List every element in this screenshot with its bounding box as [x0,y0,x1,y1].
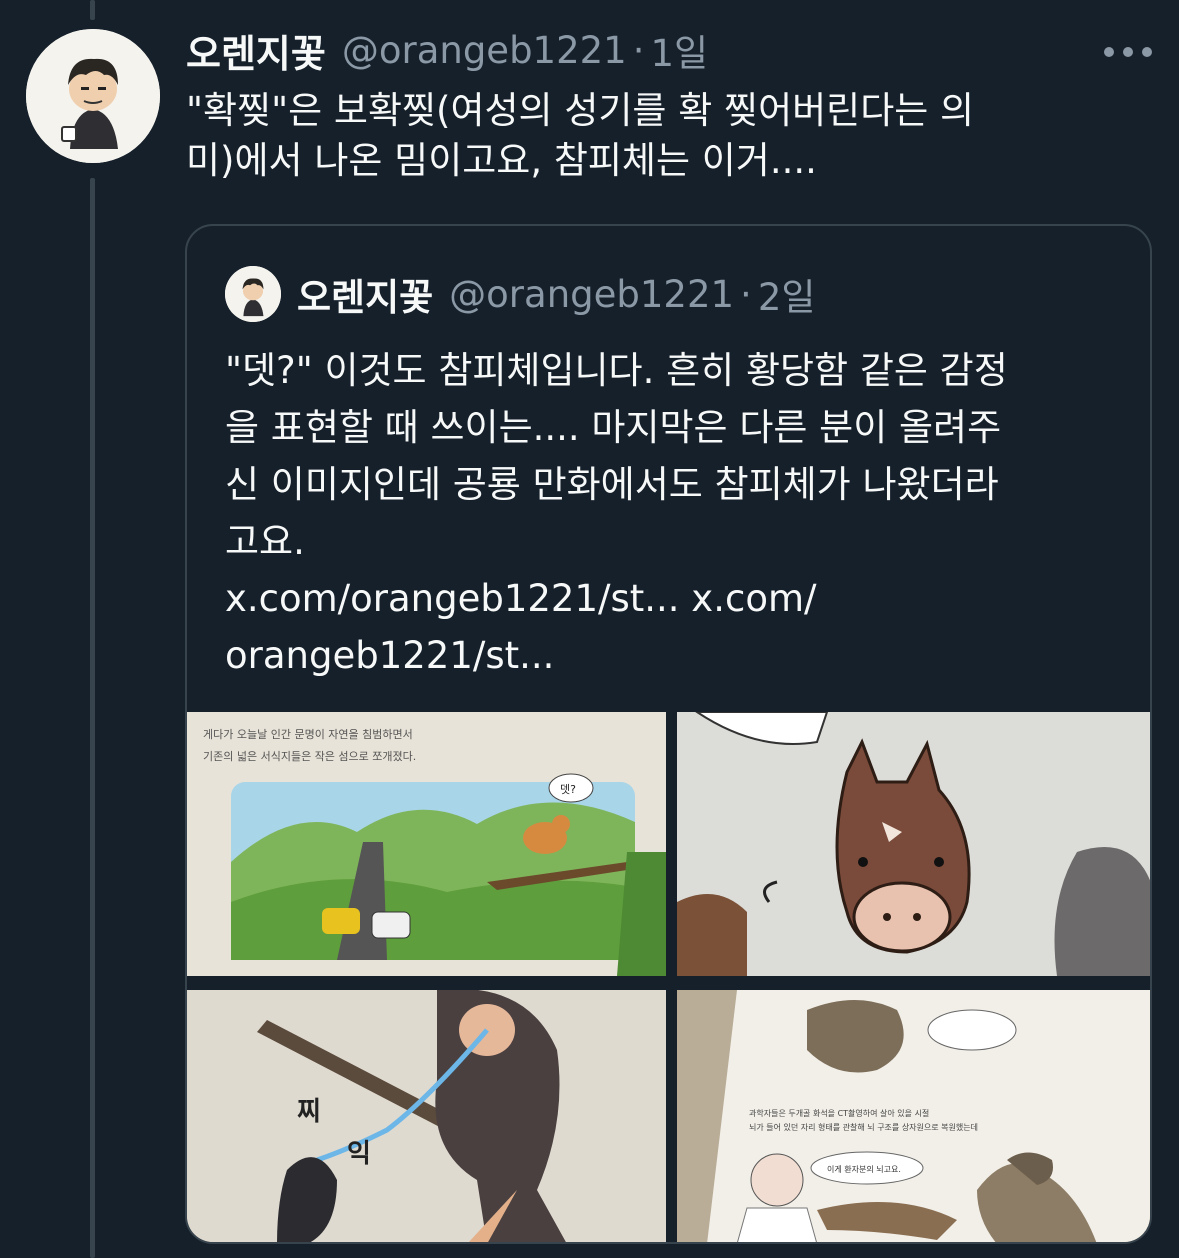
author-name[interactable]: 오렌지꽃 [186,23,326,78]
quoted-text-line: 신 이미지인데 공룡 만화에서도 참피체가 나왔더라 [225,463,999,506]
thread-line-top [90,0,95,20]
horse-illustration [677,712,1150,976]
avatar[interactable] [26,29,160,163]
quoted-link-line[interactable]: orangeb1221/st... [225,627,1125,684]
monkey-illustration: 찌 익 [187,990,666,1242]
media-image-4[interactable]: 과학자들은 두개골 화석을 CT촬영하여 살아 있을 시절 뇌가 들어 있던 자… [677,990,1150,1242]
tweet-timestamp[interactable]: 1일 [650,23,708,77]
quoted-text-line: 을 표현할 때 쓰이는.... 마지막은 다른 분이 올려주 [225,406,1002,449]
quoted-author-handle: @orangeb1221 [449,272,735,316]
quoted-text-line: 고요. [225,520,305,563]
quoted-tweet-header: 오렌지꽃 @orangeb1221 · 2일 [225,266,815,322]
image1-text-line2: 기존의 넓은 서식지들은 작은 섬으로 쪼개졌다. [203,750,416,763]
quoted-tweet-card[interactable]: 오렌지꽃 @orangeb1221 · 2일 "뎃?" 이것도 참피체입니다. … [185,224,1152,1244]
image4-bubble-text: 이게 환자분의 뇌고요. [827,1164,901,1174]
quoted-text-line: "뎃?" 이것도 참피체입니다. 흔히 황당함 같은 감정 [225,349,1008,392]
quoted-separator-dot: · [740,272,752,316]
avatar-illustration [26,29,160,163]
image1-bubble-text: 뎃? [560,783,576,796]
quoted-tweet-text: "뎃?" 이것도 참피체입니다. 흔히 황당함 같은 감정 을 표현할 때 쓰이… [225,342,1125,684]
tweet-header: 오렌지꽃 @orangeb1221 · 1일 [186,22,708,78]
image4-caption-line1: 과학자들은 두개골 화석을 CT촬영하여 살아 있을 시절 [749,1108,929,1118]
media-grid: 게다가 오늘날 인간 문명이 자연을 침범하면서 기존의 넓은 서식지들은 작은… [187,712,1150,1242]
image3-sfx-1: 찌 [297,1097,321,1127]
more-options-icon[interactable] [1104,34,1152,70]
thread-line [90,178,95,1258]
media-image-2[interactable] [677,712,1150,976]
image1-text-line1: 게다가 오늘날 인간 문명이 자연을 침범하면서 [203,727,413,741]
quoted-avatar [225,266,281,322]
separator-dot: · [632,28,645,72]
dinosaur-book-illustration: 과학자들은 두개골 화석을 CT촬영하여 살아 있을 시절 뇌가 들어 있던 자… [677,990,1150,1242]
media-image-3[interactable]: 찌 익 [187,990,666,1242]
quoted-author-name: 오렌지꽃 [297,276,434,319]
image4-caption-line2: 뇌가 들어 있던 자리 형태를 관찰해 뇌 구조를 상자원으로 복원했는데 [749,1122,978,1132]
tweet-text-line: 미)에서 나온 밈이고요, 참피체는 이거.... [186,139,817,182]
image3-sfx-2: 익 [347,1139,371,1169]
quoted-link-line[interactable]: x.com/orangeb1221/st... x.com/ [225,570,1125,627]
landscape-illustration: 게다가 오늘날 인간 문명이 자연을 침범하면서 기존의 넓은 서식지들은 작은… [187,712,666,976]
quoted-timestamp: 2일 [757,276,816,319]
tweet-text-line: "확찢"은 보확찢(여성의 성기를 확 찢어버린다는 의 [186,89,975,132]
media-image-1[interactable]: 게다가 오늘날 인간 문명이 자연을 침범하면서 기존의 넓은 서식지들은 작은… [187,712,666,976]
tweet-text: "확찢"은 보확찢(여성의 성기를 확 찢어버린다는 의 미)에서 나온 밈이고… [186,86,1146,186]
quoted-avatar-illustration [225,266,281,322]
author-handle[interactable]: @orangeb1221 [342,29,627,72]
